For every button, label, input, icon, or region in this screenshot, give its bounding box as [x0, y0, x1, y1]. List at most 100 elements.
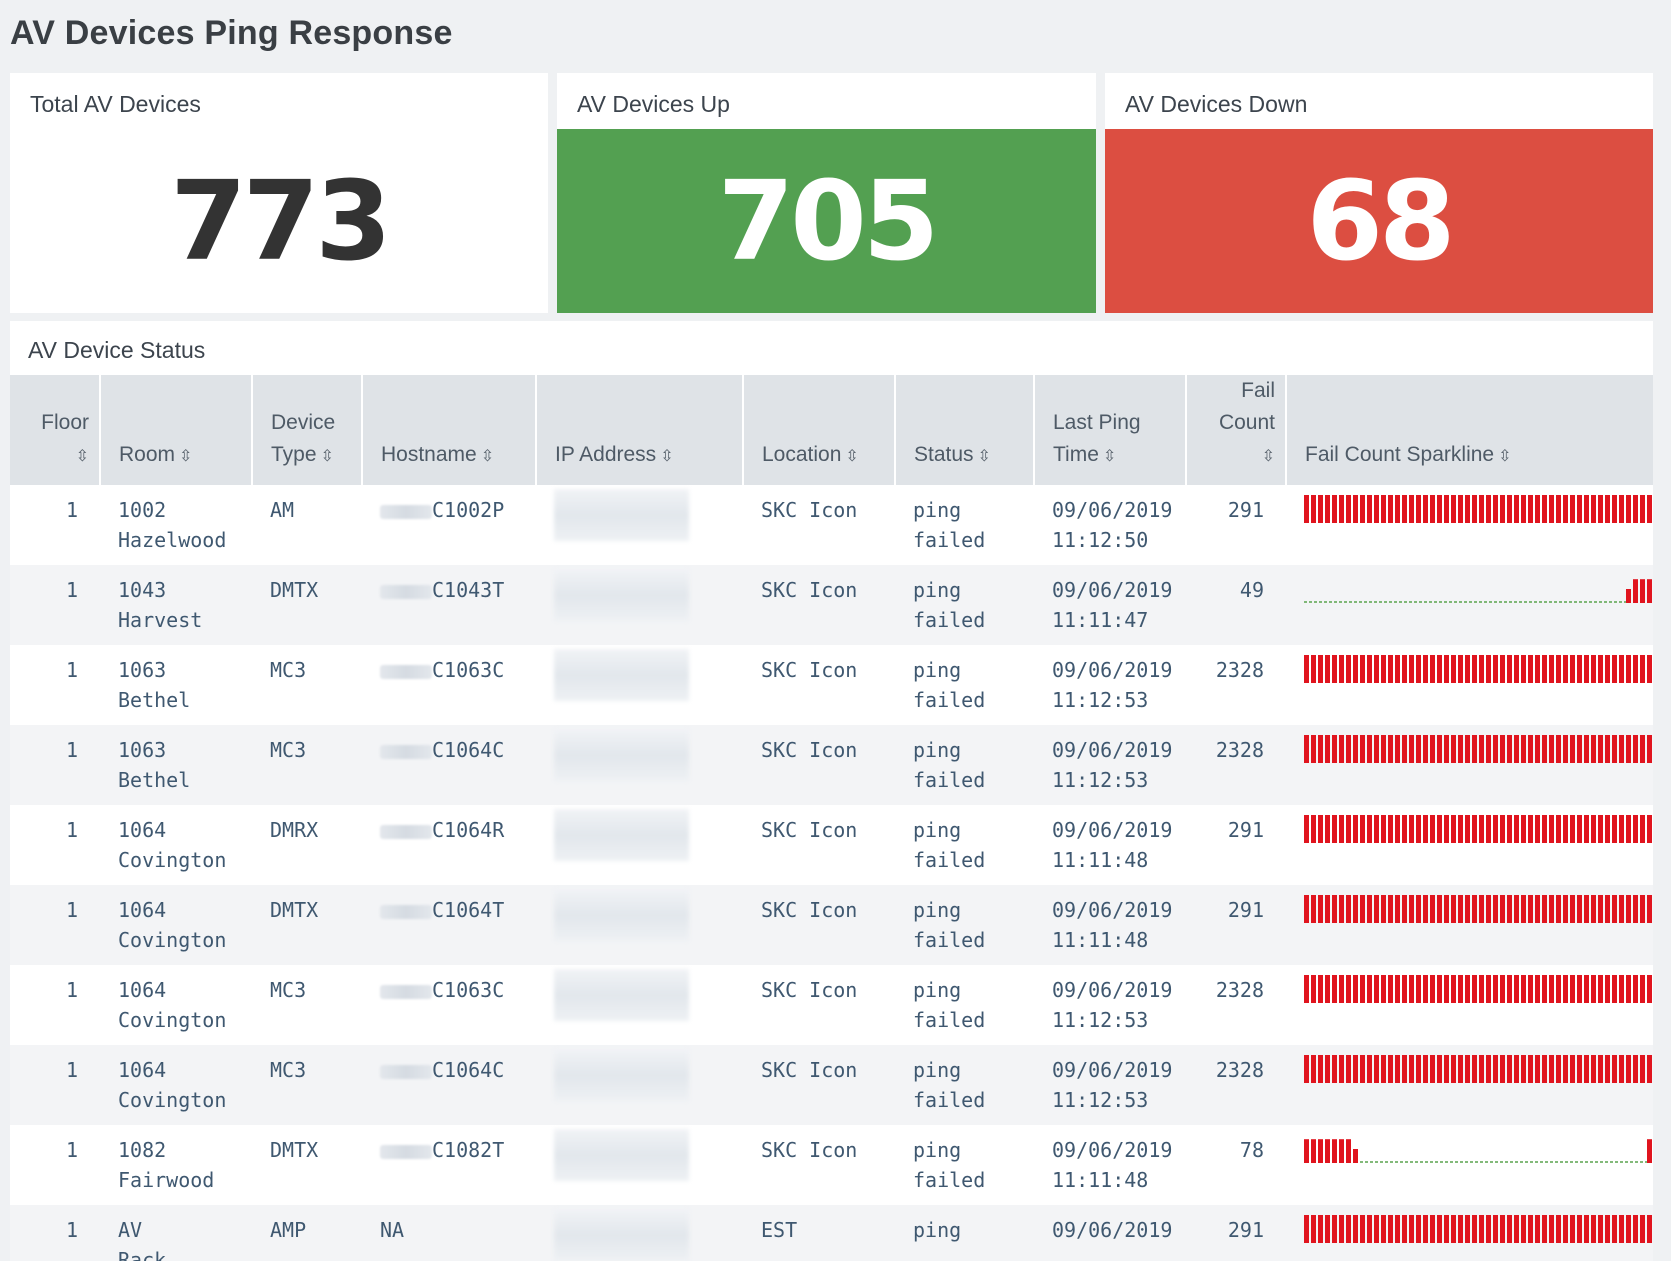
sparkline-bar [1563, 1215, 1568, 1243]
cell-fail-count: 2328 [1215, 978, 1264, 1002]
cell-last-ping: 09/06/2019 11:11:48 [1034, 1125, 1186, 1205]
sparkline-bar [1374, 1215, 1379, 1243]
sparkline-bar [1346, 815, 1351, 843]
cell-ip-address [536, 805, 743, 885]
sparkline-bar [1388, 975, 1393, 1003]
sparkline-bar [1388, 1055, 1393, 1083]
sparkline-bar [1521, 975, 1526, 1003]
redacted-hostname-prefix [380, 984, 432, 999]
cell-room-text: 1043 Harvest [118, 578, 203, 632]
cell-sparkline [1286, 965, 1653, 1045]
sparkline-bar [1493, 735, 1498, 763]
sparkline-bar [1318, 1139, 1323, 1163]
col-header-last-ping[interactable]: Last Ping Time ⇳ [1034, 375, 1187, 485]
col-header-status[interactable]: Status ⇳ [895, 375, 1035, 485]
cell-room-text: 1063 Bethel [118, 738, 191, 792]
fail-count-sparkline [1304, 579, 1652, 603]
cell-fail-count: 291 [1227, 818, 1264, 842]
col-header-fail-count[interactable]: Fail Count ⇳ [1186, 375, 1287, 485]
sparkline-bar [1416, 815, 1421, 843]
col-header-hostname[interactable]: Hostname ⇳ [362, 375, 537, 485]
sparkline-bar [1626, 815, 1631, 843]
sparkline-bar [1465, 1215, 1470, 1243]
sparkline-bar [1451, 895, 1456, 923]
sparkline-bar [1437, 495, 1442, 523]
table-row[interactable]: 1 1064 Covington MC3 C1064C SKC Icon ping fai… [10, 1045, 1653, 1125]
sparkline-bar [1388, 1215, 1393, 1243]
sparkline-bar [1395, 975, 1400, 1003]
sparkline-bar [1521, 1055, 1526, 1083]
sparkline-bar [1304, 895, 1309, 923]
cell-status-text: ping failed [913, 578, 986, 632]
sparkline-bar [1388, 895, 1393, 923]
sparkline-bar [1647, 895, 1652, 923]
cell-floor: 1 [10, 1045, 100, 1125]
col-header-ip-label: IP Address [555, 443, 657, 466]
col-header-ip-address[interactable]: IP Address ⇳ [536, 375, 744, 485]
sparkline-bar [1556, 1215, 1561, 1243]
sparkline-bar [1346, 895, 1351, 923]
sparkline-bar [1584, 655, 1589, 683]
cell-hostname-text: C1002P [432, 498, 505, 522]
table-row[interactable]: 1 1063 Bethel MC3 C1064C SKC Icon ping failed… [10, 725, 1653, 805]
cell-hostname: C1002P [362, 485, 536, 565]
sparkline-bar [1500, 1055, 1505, 1083]
sparkline-bar [1346, 1215, 1351, 1243]
col-header-floor[interactable]: Floor ⇳ [10, 375, 101, 485]
cell-hostname-text: C1063C [432, 658, 505, 682]
sparkline-bar [1591, 975, 1596, 1003]
sparkline-bar [1374, 735, 1379, 763]
cell-room-text: 1002 Hazelwood [118, 498, 227, 552]
sparkline-bar [1500, 975, 1505, 1003]
fail-count-sparkline [1304, 1055, 1652, 1083]
col-header-location[interactable]: Location ⇳ [743, 375, 896, 485]
sparkline-bar [1444, 495, 1449, 523]
kpi-devices-up[interactable]: AV Devices Up 705 [557, 73, 1096, 313]
sparkline-bar [1311, 1215, 1316, 1243]
col-header-sparkline[interactable]: Fail Count Sparkline ⇳ [1286, 375, 1653, 485]
cell-status: ping failed [895, 805, 1034, 885]
sparkline-bar [1451, 1055, 1456, 1083]
sparkline-bar [1598, 815, 1603, 843]
sparkline-bar [1409, 895, 1414, 923]
sparkline-bar [1619, 1055, 1624, 1083]
cell-room-text: 1064 Covington [118, 1058, 227, 1112]
sparkline-bar [1472, 495, 1477, 523]
sparkline-bar [1626, 589, 1631, 603]
sparkline-bar [1374, 895, 1379, 923]
col-header-room[interactable]: Room ⇳ [100, 375, 253, 485]
table-row[interactable]: 1 1063 Bethel MC3 C1063C SKC Icon ping failed… [10, 645, 1653, 725]
sparkline-bar [1458, 495, 1463, 523]
table-row[interactable]: 1 1043 Harvest DMTX C1043T SKC Icon ping fail… [10, 565, 1653, 645]
sparkline-bar [1346, 495, 1351, 523]
sparkline-bar [1493, 1215, 1498, 1243]
cell-location: SKC Icon [761, 1138, 858, 1162]
fail-count-sparkline [1304, 895, 1652, 923]
sparkline-bar [1423, 975, 1428, 1003]
col-header-hostname-label: Hostname [381, 443, 477, 466]
sparkline-bar [1353, 895, 1358, 923]
table-row[interactable]: 1 1064 Covington DMRX C1064R SKC Icon ping fa… [10, 805, 1653, 885]
table-row[interactable]: 1 1064 Covington MC3 C1063C SKC Icon ping fai… [10, 965, 1653, 1045]
cell-ip-address [536, 1125, 743, 1205]
table-row[interactable]: 1 1082 Fairwood DMTX C1082T SKC Icon ping fai… [10, 1125, 1653, 1205]
kpi-devices-down[interactable]: AV Devices Down 68 [1105, 73, 1653, 313]
kpi-total-devices[interactable]: Total AV Devices 773 [10, 73, 548, 313]
cell-hostname: C1043T [362, 565, 536, 645]
sparkline-bar [1388, 655, 1393, 683]
table-row[interactable]: 1 1064 Covington DMTX C1064T SKC Icon ping fa… [10, 885, 1653, 965]
col-header-device-type[interactable]: Device Type ⇳ [252, 375, 363, 485]
redacted-ip [554, 1129, 689, 1181]
sparkline-bar [1472, 1215, 1477, 1243]
sparkline-bar [1416, 495, 1421, 523]
sparkline-bar [1521, 1215, 1526, 1243]
cell-hostname: C1064C [362, 1045, 536, 1125]
sparkline-bar [1444, 655, 1449, 683]
sparkline-bar [1577, 655, 1582, 683]
col-header-floor-label: Floor [41, 411, 89, 434]
cell-room: 1064 Covington [100, 1045, 252, 1125]
kpi-down-band: 68 [1105, 129, 1653, 313]
table-row[interactable]: 1 1002 Hazelwood AM C1002P SKC Icon ping fail… [10, 485, 1653, 565]
sort-icon: ⇳ [179, 448, 193, 465]
sparkline-bar [1633, 495, 1638, 523]
